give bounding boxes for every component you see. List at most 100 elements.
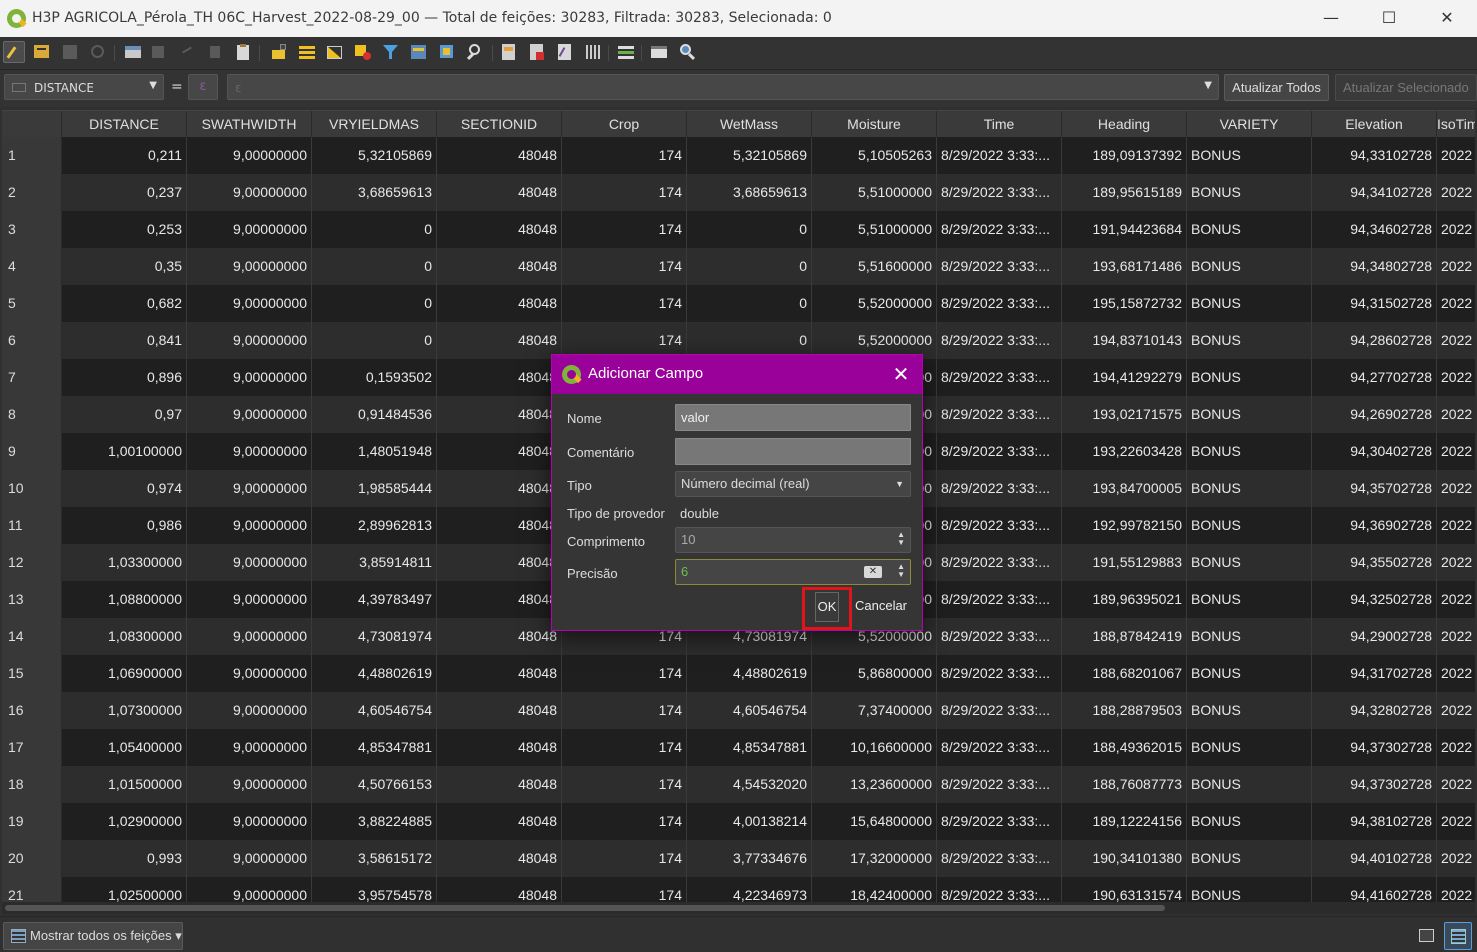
- pan-to-selection-icon[interactable]: [436, 41, 458, 63]
- length-spinbox[interactable]: 10 ▲ ▼: [675, 527, 911, 553]
- table-cell[interactable]: 0: [312, 322, 437, 359]
- table-cell[interactable]: BONUS: [1187, 618, 1312, 655]
- table-cell[interactable]: 8/29/2022 3:33:...: [937, 248, 1062, 285]
- table-cell[interactable]: 1,01500000: [62, 766, 187, 803]
- table-cell[interactable]: 0: [687, 248, 812, 285]
- table-cell[interactable]: 8/29/2022 3:33:...: [937, 211, 1062, 248]
- clear-icon[interactable]: ✕: [864, 566, 882, 578]
- table-cell[interactable]: 48048: [437, 692, 562, 729]
- table-cell[interactable]: 8/29/2022 3:33:...: [937, 877, 1062, 902]
- table-cell[interactable]: 192,99782150: [1062, 507, 1187, 544]
- table-cell[interactable]: 0,97: [62, 396, 187, 433]
- table-cell[interactable]: 174: [562, 655, 687, 692]
- table-row[interactable]: 4 0,35 9,00000000 0 48048 174 0 5,51600000 8/29/…: [2, 248, 1475, 285]
- table-cell[interactable]: 48048: [437, 544, 562, 581]
- table-cell[interactable]: 94,27702728: [1312, 359, 1437, 396]
- table-cell[interactable]: BONUS: [1187, 248, 1312, 285]
- table-cell[interactable]: 48048: [437, 655, 562, 692]
- table-cell[interactable]: 94,30402728: [1312, 433, 1437, 470]
- table-cell[interactable]: 0,91484536: [312, 396, 437, 433]
- table-cell[interactable]: 1,06900000: [62, 655, 187, 692]
- table-cell[interactable]: 4,00138214: [687, 803, 812, 840]
- table-cell[interactable]: 8/29/2022 3:33:...: [937, 544, 1062, 581]
- table-cell[interactable]: 9,00000000: [187, 618, 312, 655]
- table-cell[interactable]: 174: [562, 137, 687, 174]
- table-cell[interactable]: 0: [687, 285, 812, 322]
- table-cell[interactable]: 174: [562, 285, 687, 322]
- invert-selection-icon[interactable]: [324, 41, 346, 63]
- table-cell[interactable]: 48048: [437, 766, 562, 803]
- table-cell[interactable]: 94,37302728: [1312, 729, 1437, 766]
- row-header[interactable]: 3: [2, 211, 62, 248]
- table-cell[interactable]: BONUS: [1187, 840, 1312, 877]
- table-cell[interactable]: 9,00000000: [187, 285, 312, 322]
- field-select[interactable]: DISTANCE ▼: [4, 74, 164, 100]
- table-cell[interactable]: 4,48802619: [312, 655, 437, 692]
- table-cell[interactable]: 174: [562, 803, 687, 840]
- table-cell[interactable]: 94,40102728: [1312, 840, 1437, 877]
- table-cell[interactable]: 48048: [437, 285, 562, 322]
- actions-icon[interactable]: [615, 41, 637, 63]
- table-cell[interactable]: BONUS: [1187, 877, 1312, 902]
- table-cell[interactable]: BONUS: [1187, 322, 1312, 359]
- table-cell[interactable]: 48048: [437, 729, 562, 766]
- table-cell[interactable]: 8/29/2022 3:33:...: [937, 396, 1062, 433]
- table-cell[interactable]: 174: [562, 877, 687, 902]
- row-header[interactable]: 10: [2, 470, 62, 507]
- column-header[interactable]: Moisture: [812, 111, 937, 137]
- table-cell[interactable]: 174: [562, 766, 687, 803]
- table-cell[interactable]: 5,32105869: [312, 137, 437, 174]
- row-header[interactable]: 14: [2, 618, 62, 655]
- table-cell[interactable]: 4,22346973: [687, 877, 812, 902]
- table-cell[interactable]: 189,96395021: [1062, 581, 1187, 618]
- row-header[interactable]: 12: [2, 544, 62, 581]
- row-header[interactable]: 4: [2, 248, 62, 285]
- table-cell[interactable]: 0,993: [62, 840, 187, 877]
- table-cell[interactable]: 48048: [437, 211, 562, 248]
- table-cell[interactable]: 191,55129883: [1062, 544, 1187, 581]
- row-header[interactable]: 19: [2, 803, 62, 840]
- table-cell[interactable]: 9,00000000: [187, 655, 312, 692]
- table-cell[interactable]: 9,00000000: [187, 803, 312, 840]
- expression-input[interactable]: ε ▼: [227, 74, 1219, 100]
- table-cell[interactable]: 2022: [1437, 692, 1475, 729]
- table-cell[interactable]: 9,00000000: [187, 692, 312, 729]
- paste-icon[interactable]: [232, 41, 254, 63]
- column-header[interactable]: Heading: [1062, 111, 1187, 137]
- table-cell[interactable]: 3,85914811: [312, 544, 437, 581]
- table-cell[interactable]: 2022: [1437, 211, 1475, 248]
- table-cell[interactable]: 1,00100000: [62, 433, 187, 470]
- row-header[interactable]: 15: [2, 655, 62, 692]
- table-cell[interactable]: 48048: [437, 507, 562, 544]
- table-cell[interactable]: 7,37400000: [812, 692, 937, 729]
- table-cell[interactable]: 48048: [437, 174, 562, 211]
- reload-icon[interactable]: [87, 41, 109, 63]
- table-cell[interactable]: 189,12224156: [1062, 803, 1187, 840]
- table-cell[interactable]: 1,07300000: [62, 692, 187, 729]
- table-cell[interactable]: 188,28879503: [1062, 692, 1187, 729]
- column-header[interactable]: Crop: [562, 111, 687, 137]
- expression-select-icon[interactable]: [268, 41, 290, 63]
- table-cell[interactable]: 8/29/2022 3:33:...: [937, 285, 1062, 322]
- table-cell[interactable]: 8/29/2022 3:33:...: [937, 174, 1062, 211]
- scrollbar-thumb[interactable]: [5, 905, 1165, 911]
- table-cell[interactable]: 9,00000000: [187, 322, 312, 359]
- table-cell[interactable]: 8/29/2022 3:33:...: [937, 766, 1062, 803]
- cut-icon[interactable]: [176, 41, 198, 63]
- row-header[interactable]: 13: [2, 581, 62, 618]
- table-cell[interactable]: 8/29/2022 3:33:...: [937, 840, 1062, 877]
- table-cell[interactable]: 4,39783497: [312, 581, 437, 618]
- table-cell[interactable]: 0,237: [62, 174, 187, 211]
- table-cell[interactable]: 9,00000000: [187, 433, 312, 470]
- zoom-icon[interactable]: [676, 41, 698, 63]
- move-selection-top-icon[interactable]: [408, 41, 430, 63]
- table-cell[interactable]: BONUS: [1187, 803, 1312, 840]
- table-cell[interactable]: 190,63131574: [1062, 877, 1187, 902]
- table-cell[interactable]: 48048: [437, 433, 562, 470]
- table-cell[interactable]: 8/29/2022 3:33:...: [937, 581, 1062, 618]
- row-header[interactable]: 1: [2, 137, 62, 174]
- table-cell[interactable]: 9,00000000: [187, 507, 312, 544]
- table-cell[interactable]: 4,85347881: [687, 729, 812, 766]
- table-cell[interactable]: 194,83710143: [1062, 322, 1187, 359]
- table-cell[interactable]: 188,87842419: [1062, 618, 1187, 655]
